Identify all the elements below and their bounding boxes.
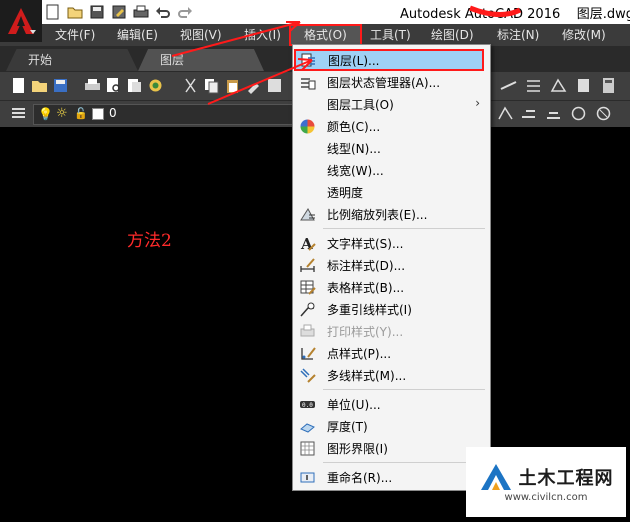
open-icon[interactable] [31,77,48,94]
color-wheel-icon [300,119,315,134]
menu-item-color[interactable]: 颜色(C)... [293,115,490,137]
watermark-title: 土木工程网 [518,467,614,489]
menu-item-layer[interactable]: 图层(L)... [294,49,484,71]
copy-icon[interactable] [203,77,220,94]
layer-off-icon[interactable] [595,105,612,122]
cut-icon[interactable] [182,77,199,94]
limits-icon [300,441,315,456]
menu-edit[interactable]: 编辑(E) [117,24,158,46]
plot-icon[interactable] [84,77,101,94]
open-icon[interactable] [66,3,84,21]
menu-view[interactable]: 视图(V) [180,24,222,46]
redo-icon[interactable] [176,3,194,21]
watermark-url: www.civilcn.com [504,491,588,503]
new-icon[interactable] [44,3,62,21]
civilcn-watermark: 土木工程网 www.civilcn.com [466,447,626,517]
thickness-icon [300,423,315,433]
quick-access-toolbar [44,2,194,22]
menu-item-lineweight[interactable]: 线宽(W)... [293,159,490,181]
save-icon[interactable] [88,3,106,21]
save-icon[interactable] [52,77,69,94]
match-properties-icon[interactable] [245,77,262,94]
scale-list-icon [300,208,315,221]
autocad-logo-button[interactable] [0,0,42,42]
civilcn-logo-icon [480,463,511,490]
layer-properties-icon[interactable] [10,105,27,122]
dim-style-icon [300,258,315,272]
menu-bar: 文件(F) 编辑(E) 视图(V) 插入(I) 格式(O) 工具(T) 绘图(D… [0,24,630,46]
rename-icon [300,472,315,483]
svg-text:0.0: 0.0 [302,402,313,409]
table-style-icon [300,280,316,295]
layer-state-icon [301,78,316,90]
units-icon: 0.0 [300,401,315,409]
menu-separator [323,389,485,390]
tab-start[interactable]: 开始 [6,49,138,71]
bulb-icon: 💡 [38,107,53,121]
menu-item-mline-style[interactable]: 多线样式(M)... [293,364,490,386]
mleader-style-icon [300,302,315,317]
menu-item-layer-state-manager[interactable]: 图层状态管理器(A)... [293,71,490,93]
menu-draw[interactable]: 绘图(D) [431,24,474,46]
point-style-icon [301,347,316,360]
menu-modify[interactable]: 修改(M) [562,24,606,46]
layer-previous-icon[interactable] [520,105,537,122]
print-icon[interactable] [132,3,150,21]
method-annotation: 方法2 [127,231,172,251]
color-swatch-icon [92,108,104,120]
menu-item-rename[interactable]: 重命名(R)... [293,466,490,488]
menu-dimension[interactable]: 标注(N) [497,24,539,46]
block-editor-icon[interactable] [266,77,283,94]
menu-item-table-style[interactable]: 表格样式(B)... [293,276,490,298]
area-icon[interactable] [550,77,567,94]
3d-print-icon[interactable] [147,77,164,94]
menu-item-transparency[interactable]: 透明度 [293,181,490,203]
dist-icon[interactable] [500,77,517,94]
paste-icon[interactable] [224,77,241,94]
calculator-icon[interactable] [600,77,617,94]
publish-icon[interactable] [126,77,143,94]
menu-format[interactable]: 格式(O) [289,24,362,46]
new-icon[interactable] [10,77,27,94]
menu-item-layer-tools[interactable]: 图层工具(O) › [293,93,490,115]
menu-item-plot-style: 打印样式(Y)... [293,320,490,342]
layer-match-icon[interactable] [497,105,514,122]
submenu-arrow-icon: › [475,96,480,110]
menu-item-scale-list[interactable]: 比例缩放列表(E)... [293,203,490,225]
lock-icon: 🔓 [74,107,88,120]
sun-icon: ☼ [56,106,68,121]
menu-file[interactable]: 文件(F) [55,24,95,46]
menu-item-point-style[interactable]: 点样式(P)... [293,342,490,364]
layer-dropdown[interactable]: 💡 ☼ 🔓 0 [33,104,293,125]
list-icon[interactable] [575,77,592,94]
text-style-icon: A [300,235,316,252]
menu-item-thickness[interactable]: 厚度(T) [293,415,490,437]
plot-preview-icon[interactable] [105,77,122,94]
layer-isolate-icon[interactable] [545,105,562,122]
menu-item-dim-style[interactable]: 标注样式(D)... [293,254,490,276]
measure-icon[interactable] [525,77,542,94]
layer-walk-icon[interactable] [570,105,587,122]
menu-tools[interactable]: 工具(T) [370,24,411,46]
autocad-logo-icon [8,8,36,34]
undo-icon[interactable] [154,3,172,21]
menu-separator [323,462,485,463]
svg-text:A: A [300,235,313,252]
menu-item-text-style[interactable]: A 文字样式(S)... [293,232,490,254]
menu-insert[interactable]: 插入(I) [244,24,281,46]
tab-drawing[interactable]: 图层 [138,49,264,71]
saveas-icon[interactable] [110,3,128,21]
menu-item-linetype[interactable]: 线型(N)... [293,137,490,159]
menu-separator [323,228,485,229]
layer-icon [301,53,315,67]
plot-style-icon [300,324,315,337]
format-menu-dropdown: 图层(L)... 图层状态管理器(A)... 图层工具(O) › 颜色(C)..… [292,44,491,491]
current-layer-name: 0 [109,106,117,120]
menu-item-limits[interactable]: 图形界限(I) [293,437,490,459]
mline-style-icon [300,368,316,383]
window-title: Autodesk AutoCAD 2016 图层.dwg [400,7,630,22]
menu-item-mleader-style[interactable]: 多重引线样式(I) [293,298,490,320]
menu-item-units[interactable]: 0.0 单位(U)... [293,393,490,415]
